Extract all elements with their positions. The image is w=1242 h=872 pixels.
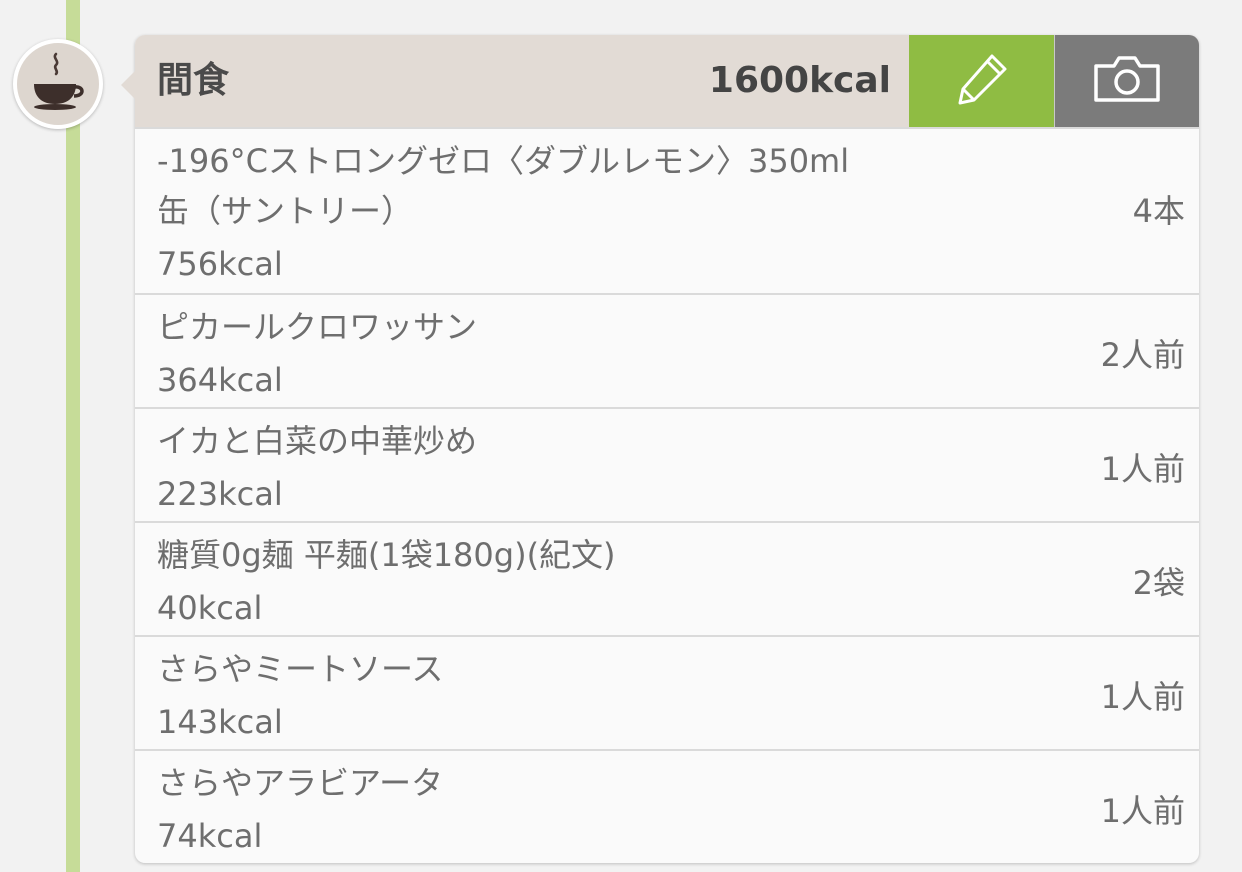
food-kcal: 364kcal xyxy=(157,361,283,399)
coffee-cup-icon xyxy=(26,50,90,118)
food-quantity: 2人前 xyxy=(1100,336,1185,374)
edit-button[interactable] xyxy=(909,35,1055,127)
food-kcal: 143kcal xyxy=(157,703,283,741)
food-item[interactable]: ピカールクロワッサン 364kcal 2人前 xyxy=(135,293,1199,408)
meal-total-kcal: 1600kcal xyxy=(708,60,891,101)
food-quantity: 2袋 xyxy=(1132,564,1185,602)
food-kcal: 223kcal xyxy=(157,475,283,513)
food-quantity: 1人前 xyxy=(1100,450,1185,488)
food-item[interactable]: 糖質0g麺 平麺(1袋180g)(紀文) 40kcal 2袋 xyxy=(135,521,1199,636)
card-pointer xyxy=(121,71,135,99)
food-name: さらやアラビアータ xyxy=(157,764,444,802)
camera-icon xyxy=(1092,54,1162,108)
meal-header: 間食 1600kcal xyxy=(135,35,1199,127)
food-kcal: 40kcal xyxy=(157,589,263,627)
food-name: イカと白菜の中華炒め xyxy=(157,422,478,460)
food-name: ピカールクロワッサン xyxy=(157,308,478,346)
food-item[interactable]: -196°Cストロングゼロ〈ダブルレモン〉350ml 缶（サントリー） 756k… xyxy=(135,127,1199,294)
food-name-continued: 缶（サントリー） xyxy=(157,192,414,230)
food-name: さらやミートソース xyxy=(157,650,444,688)
food-quantity: 1人前 xyxy=(1100,678,1185,716)
food-item[interactable]: さらやアラビアータ 74kcal 1人前 xyxy=(135,749,1199,863)
meal-title: 間食 xyxy=(157,60,230,101)
food-name: -196°Cストロングゼロ〈ダブルレモン〉350ml xyxy=(157,142,850,180)
food-kcal: 756kcal xyxy=(157,245,283,283)
food-item[interactable]: さらやミートソース 143kcal 1人前 xyxy=(135,635,1199,750)
food-quantity: 1人前 xyxy=(1100,792,1185,830)
camera-button[interactable] xyxy=(1055,35,1199,127)
snack-meal-icon xyxy=(13,39,103,129)
food-quantity: 4本 xyxy=(1132,192,1185,230)
food-kcal: 74kcal xyxy=(157,817,263,855)
food-name: 糖質0g麺 平麺(1袋180g)(紀文) xyxy=(157,536,616,574)
pencil-icon xyxy=(953,50,1011,112)
meal-card: 間食 1600kcal -196°Cストロングゼロ〈ダブルレモン〉350ml 缶… xyxy=(121,35,1199,863)
food-item[interactable]: イカと白菜の中華炒め 223kcal 1人前 xyxy=(135,407,1199,522)
timeline-line xyxy=(66,0,80,872)
